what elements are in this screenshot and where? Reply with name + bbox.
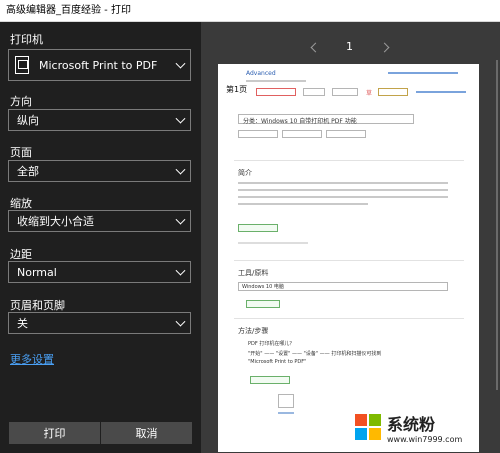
chevron-down-icon (175, 316, 186, 327)
preview-text-line (238, 242, 308, 244)
preview-page-mark: 第1页 (226, 85, 248, 94)
headers-select[interactable]: 关 (8, 312, 191, 334)
preview-field (282, 130, 322, 138)
margins-label: 边距 (10, 248, 32, 261)
preview-divider (234, 260, 464, 261)
headers-label: 页眉和页脚 (10, 299, 65, 312)
preview-text-line (238, 196, 448, 198)
preview-intro-heading: 简介 (238, 169, 252, 177)
preview-header-line (416, 91, 466, 93)
pages-select[interactable]: 全部 (8, 160, 191, 182)
watermark-name: 系统粉 (387, 414, 436, 434)
pages-label: 页面 (10, 146, 32, 159)
scale-value: 收缩到大小合适 (17, 215, 94, 228)
previous-page-icon[interactable] (310, 42, 321, 53)
preview-header-line (246, 80, 306, 82)
margins-value: Normal (17, 265, 57, 279)
pages-value: 全部 (17, 165, 39, 178)
chevron-down-icon (175, 164, 186, 175)
print-button[interactable]: 打印 (9, 422, 100, 444)
preview-text-line (238, 189, 448, 191)
chevron-down-icon (175, 58, 186, 69)
scale-label: 缩放 (10, 197, 32, 210)
preview-text-line (278, 412, 294, 414)
preview-field (238, 130, 278, 138)
preview-steps-heading: 方法/步骤 (238, 327, 269, 335)
preview-green-box (246, 300, 280, 308)
orientation-value: 纵向 (17, 114, 39, 127)
preview-divider (234, 318, 464, 319)
preview-green-box (250, 376, 290, 384)
printer-value: Microsoft Print to PDF (39, 58, 158, 72)
watermark-text: 系统粉 www.win7999.com (387, 411, 462, 444)
preview-page: Advanced 第1页 草 分类：Windows 10 自带打印机 PDF 功… (218, 64, 479, 452)
preview-doc-title: 分类：Windows 10 自带打印机 PDF 功能 (243, 118, 357, 125)
preview-header-line (388, 72, 458, 74)
preview-tag (378, 88, 408, 96)
scale-select[interactable]: 收缩到大小合适 (8, 210, 191, 232)
preview-tag (256, 88, 296, 96)
preview-draft-text: 草 (366, 90, 373, 97)
printer-label: 打印机 (10, 33, 43, 46)
preview-green-box (238, 224, 278, 232)
print-settings-panel: 打印机 Microsoft Print to PDF 方向 纵向 页面 全部 缩… (0, 22, 201, 453)
preview-nav-text: Advanced (246, 70, 276, 77)
print-preview-panel: 1 Advanced 第1页 草 分类：Windows 10 自带打印机 PDF… (201, 22, 500, 453)
next-page-icon[interactable] (379, 42, 390, 53)
preview-tools-item: Windows 10 电脑 (242, 284, 284, 290)
preview-thumbnail (278, 394, 294, 408)
preview-field (326, 130, 366, 138)
preview-tag (303, 88, 325, 96)
preview-scrollbar[interactable] (496, 60, 498, 390)
printer-select[interactable]: Microsoft Print to PDF (8, 49, 191, 81)
preview-step1-text: "开始" —— "设置" —— "设备" —— 打印机和扫描仪可找到 (248, 351, 382, 357)
orientation-select[interactable]: 纵向 (8, 109, 191, 131)
window-titlebar: 高级编辑器_百度经验 - 打印 (0, 0, 500, 22)
printer-icon (15, 56, 29, 74)
chevron-down-icon (175, 265, 186, 276)
windows-logo-icon (355, 414, 381, 440)
preview-text-line (238, 182, 448, 184)
watermark-url: www.win7999.com (387, 434, 463, 444)
preview-title-box: 分类：Windows 10 自带打印机 PDF 功能 (238, 114, 414, 125)
preview-tools-box: Windows 10 电脑 (238, 282, 448, 291)
preview-divider (234, 160, 464, 161)
preview-tag (332, 88, 358, 96)
headers-value: 关 (17, 317, 28, 330)
chevron-down-icon (175, 214, 186, 225)
orientation-label: 方向 (10, 95, 32, 108)
preview-text-line (238, 203, 368, 205)
preview-step1-title: PDF 打印机在哪儿？ (248, 341, 295, 347)
site-watermark: 系统粉 www.win7999.com (355, 404, 495, 450)
page-number: 1 (346, 40, 353, 53)
margins-select[interactable]: Normal (8, 261, 191, 283)
cancel-button[interactable]: 取消 (101, 422, 192, 444)
preview-step1-text: "Microsoft Print to PDF" (248, 359, 307, 365)
preview-tools-heading: 工具/原料 (238, 269, 269, 277)
chevron-down-icon (175, 113, 186, 124)
more-settings-link[interactable]: 更多设置 (10, 351, 54, 367)
window-title: 高级编辑器_百度经验 - 打印 (6, 5, 131, 16)
